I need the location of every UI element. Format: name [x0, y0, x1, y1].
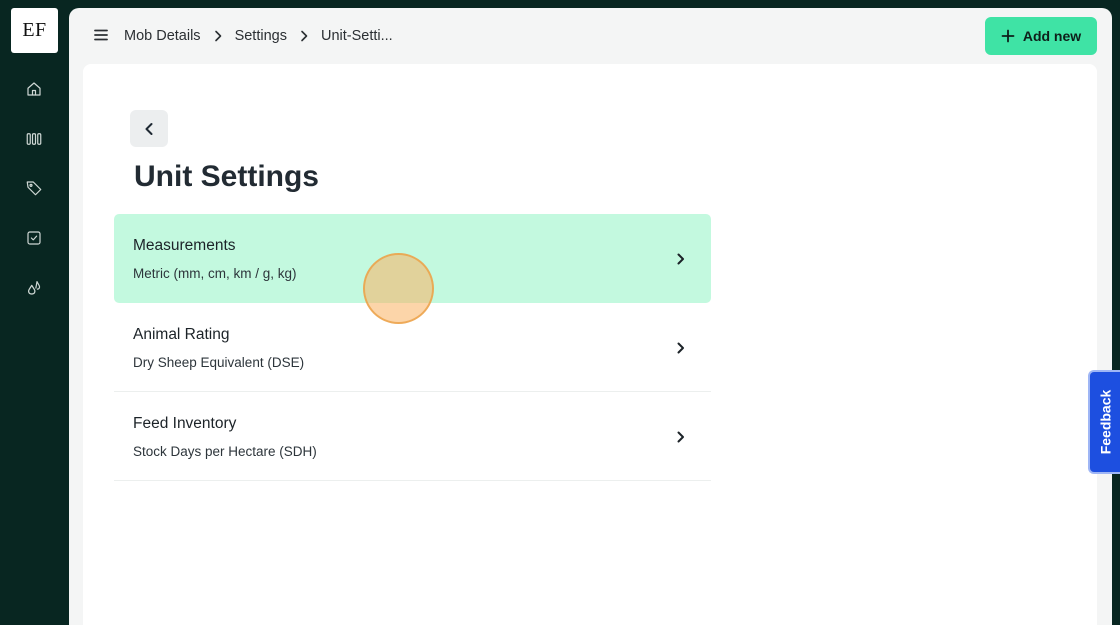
setting-feed-inventory[interactable]: Feed Inventory Stock Days per Hectare (S…	[114, 392, 711, 481]
sidebar-item-tags[interactable]	[22, 176, 46, 200]
plus-icon	[1001, 29, 1015, 43]
chevron-right-icon	[674, 251, 688, 267]
setting-value: Stock Days per Hectare (SDH)	[133, 444, 317, 459]
setting-title: Feed Inventory	[133, 415, 237, 432]
sidebar: EF	[0, 0, 69, 625]
menu-button[interactable]	[91, 25, 111, 45]
breadcrumb: Mob Details Settings Unit-Setti...	[124, 26, 393, 46]
drops-icon	[28, 281, 41, 295]
setting-value: Metric (mm, cm, km / g, kg)	[133, 266, 297, 281]
breadcrumb-settings[interactable]: Settings	[235, 28, 287, 44]
content-card: Unit Settings Measurements Metric (mm, c…	[83, 64, 1097, 625]
settings-list: Measurements Metric (mm, cm, km / g, kg)…	[114, 214, 711, 481]
app-root: EF Mob Details Settings Unit-Setti... Ad…	[0, 0, 1120, 625]
sidebar-item-feed[interactable]	[22, 276, 46, 300]
setting-value: Dry Sheep Equivalent (DSE)	[133, 355, 305, 370]
sidebar-item-home[interactable]	[22, 77, 46, 101]
app-logo[interactable]: EF	[11, 8, 58, 53]
setting-title: Measurements	[133, 237, 236, 254]
chevron-left-icon	[145, 122, 153, 135]
sidebar-item-tasks[interactable]	[22, 226, 46, 250]
main-panel: Mob Details Settings Unit-Setti... Add n…	[69, 8, 1112, 625]
tag-icon	[26, 181, 42, 196]
setting-measurements[interactable]: Measurements Metric (mm, cm, km / g, kg)	[114, 214, 711, 303]
back-button[interactable]	[130, 110, 168, 147]
columns-icon	[26, 133, 42, 145]
breadcrumb-mob-details[interactable]: Mob Details	[124, 28, 201, 44]
hamburger-icon	[94, 29, 108, 41]
add-new-button[interactable]: Add new	[985, 17, 1097, 55]
chevron-right-icon	[674, 429, 688, 445]
feedback-label: Feedback	[1097, 389, 1113, 455]
home-icon	[27, 82, 41, 96]
setting-animal-rating[interactable]: Animal Rating Dry Sheep Equivalent (DSE)	[114, 303, 711, 392]
checkbox-icon	[27, 231, 41, 245]
top-bar: Mob Details Settings Unit-Setti... Add n…	[69, 8, 1112, 64]
add-new-label: Add new	[1022, 28, 1082, 44]
chevron-right-icon	[674, 340, 688, 356]
page-title: Unit Settings	[134, 160, 319, 193]
breadcrumb-unit-settings[interactable]: Unit-Setti...	[321, 28, 393, 44]
chevron-right-icon	[299, 30, 309, 42]
feedback-button[interactable]: Feedback	[1088, 370, 1120, 474]
sidebar-item-paddocks[interactable]	[22, 127, 46, 151]
chevron-right-icon	[213, 30, 223, 42]
setting-title: Animal Rating	[133, 326, 230, 343]
